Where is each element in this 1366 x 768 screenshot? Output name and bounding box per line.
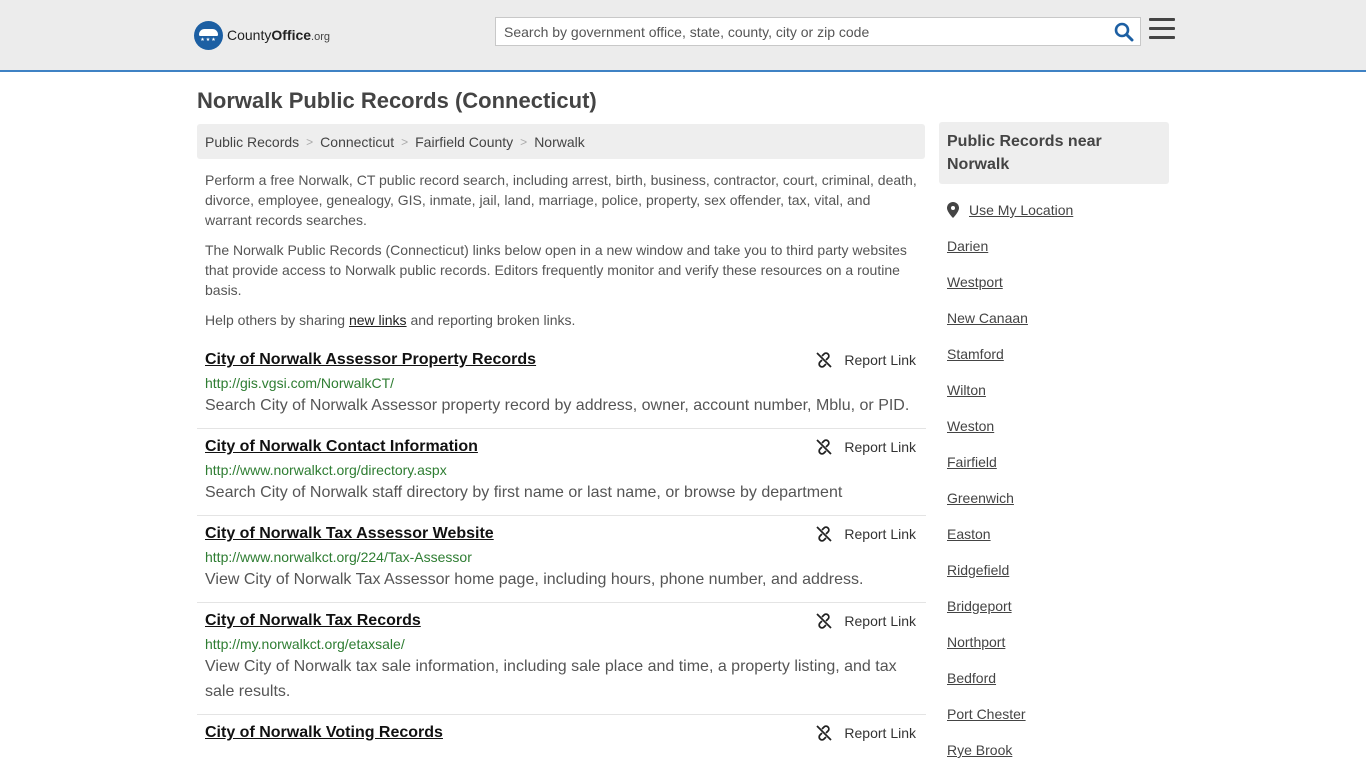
nearby-link-rye-brook[interactable]: Rye Brook — [947, 742, 1012, 758]
logo-text: CountyOffice.org — [227, 27, 330, 43]
list-item: Westport — [947, 270, 1167, 306]
record-description: View City of Norwalk Tax Assessor home p… — [205, 571, 864, 588]
record-title-link[interactable]: City of Norwalk Voting Records — [205, 723, 443, 743]
nearby-link-westport[interactable]: Westport — [947, 274, 1003, 290]
list-item: Greenwich — [947, 486, 1167, 522]
nearby-sidebar: Use My Location Darien Westport New Cana… — [947, 198, 1167, 768]
nearby-link-darien[interactable]: Darien — [947, 238, 988, 254]
new-links-link[interactable]: new links — [349, 312, 407, 328]
record-item: City of Norwalk Contact Information Repo… — [197, 429, 926, 516]
nearby-list: Darien Westport New Canaan Stamford Wilt… — [947, 234, 1167, 768]
list-item: Weston — [947, 414, 1167, 450]
sidebar-heading: Public Records near Norwalk — [939, 122, 1169, 184]
site-header: ★★★ CountyOffice.org — [0, 0, 1366, 72]
record-item: City of Norwalk Voting Records Report Li… — [197, 715, 926, 753]
nearby-link-fairfield[interactable]: Fairfield — [947, 454, 997, 470]
record-url: http://gis.vgsi.com/NorwalkCT/ — [205, 375, 395, 391]
search-icon[interactable] — [1114, 22, 1134, 42]
use-location-row: Use My Location — [947, 198, 1167, 222]
list-item: Bridgeport — [947, 594, 1167, 630]
report-link-label: Report Link — [844, 613, 916, 629]
logo-tld: .org — [311, 31, 331, 43]
nearby-link-port-chester[interactable]: Port Chester — [947, 706, 1026, 722]
list-item: Rye Brook — [947, 738, 1167, 768]
breadcrumb-separator: > — [520, 134, 528, 149]
list-item: Wilton — [947, 378, 1167, 414]
page-title: Norwalk Public Records (Connecticut) — [197, 88, 597, 113]
record-title-link[interactable]: City of Norwalk Contact Information — [205, 437, 478, 457]
logo-brand-a: County — [227, 27, 272, 43]
record-description: View City of Norwalk tax sale informatio… — [205, 658, 897, 700]
broken-link-icon — [816, 725, 833, 741]
record-description: Search City of Norwalk staff directory b… — [205, 484, 843, 501]
hamburger-menu-icon[interactable] — [1149, 18, 1175, 42]
list-item: Bedford — [947, 666, 1167, 702]
report-link-button[interactable]: Report Link — [816, 526, 916, 542]
report-link-label: Report Link — [844, 352, 916, 368]
list-item: Fairfield — [947, 450, 1167, 486]
nearby-link-northport[interactable]: Northport — [947, 634, 1005, 650]
report-link-button[interactable]: Report Link — [816, 725, 916, 741]
record-item: City of Norwalk Tax Records Report Link … — [197, 603, 926, 715]
record-description: Search City of Norwalk Assessor property… — [205, 397, 910, 414]
broken-link-icon — [816, 352, 833, 368]
list-item: Ridgefield — [947, 558, 1167, 594]
map-pin-icon — [947, 202, 959, 218]
breadcrumb-norwalk[interactable]: Norwalk — [534, 134, 585, 150]
broken-link-icon — [816, 439, 833, 455]
list-item: New Canaan — [947, 306, 1167, 342]
disclaimer-paragraph: The Norwalk Public Records (Connecticut)… — [205, 242, 907, 298]
share-text: Help others by sharing — [205, 312, 349, 328]
report-link-label: Report Link — [844, 439, 916, 455]
search-box — [495, 17, 1141, 46]
report-link-button[interactable]: Report Link — [816, 439, 916, 455]
share-links-paragraph: Help others by sharing new links and rep… — [205, 310, 920, 330]
list-item: Port Chester — [947, 702, 1167, 738]
report-link-label: Report Link — [844, 725, 916, 741]
breadcrumb-public-records[interactable]: Public Records — [205, 134, 299, 150]
broken-link-icon — [816, 526, 833, 542]
nearby-link-stamford[interactable]: Stamford — [947, 346, 1004, 362]
nearby-link-easton[interactable]: Easton — [947, 526, 991, 542]
logo-brand-b: Office — [271, 27, 312, 43]
record-title-link[interactable]: City of Norwalk Assessor Property Record… — [205, 350, 536, 370]
eagle-seal-icon: ★★★ — [194, 20, 223, 50]
record-item: City of Norwalk Tax Assessor Website Rep… — [197, 516, 926, 603]
list-item: Stamford — [947, 342, 1167, 378]
report-link-button[interactable]: Report Link — [816, 352, 916, 368]
nearby-link-ridgefield[interactable]: Ridgefield — [947, 562, 1009, 578]
record-url: http://www.norwalkct.org/directory.aspx — [205, 462, 447, 478]
report-link-label: Report Link — [844, 526, 916, 542]
record-url: http://my.norwalkct.org/etaxsale/ — [205, 636, 405, 652]
search-input[interactable] — [496, 18, 1096, 45]
report-link-button[interactable]: Report Link — [816, 613, 916, 629]
record-title-link[interactable]: City of Norwalk Tax Assessor Website — [205, 524, 494, 544]
record-title-link[interactable]: City of Norwalk Tax Records — [205, 611, 421, 631]
broken-link-icon — [816, 613, 833, 629]
breadcrumb-connecticut[interactable]: Connecticut — [320, 134, 394, 150]
list-item: Northport — [947, 630, 1167, 666]
nearby-link-wilton[interactable]: Wilton — [947, 382, 986, 398]
list-item: Easton — [947, 522, 1167, 558]
intro-paragraph: Perform a free Norwalk, CT public record… — [205, 172, 917, 228]
nearby-link-weston[interactable]: Weston — [947, 418, 994, 434]
list-item: Darien — [947, 234, 1167, 270]
nearby-link-bedford[interactable]: Bedford — [947, 670, 996, 686]
use-my-location-link[interactable]: Use My Location — [969, 202, 1073, 218]
nearby-link-new-canaan[interactable]: New Canaan — [947, 310, 1028, 326]
share-text-end: and reporting broken links. — [406, 312, 576, 328]
breadcrumb: Public Records > Connecticut > Fairfield… — [197, 124, 925, 159]
breadcrumb-fairfield-county[interactable]: Fairfield County — [415, 134, 513, 150]
breadcrumb-separator: > — [306, 134, 314, 149]
nearby-link-bridgeport[interactable]: Bridgeport — [947, 598, 1012, 614]
nearby-link-greenwich[interactable]: Greenwich — [947, 490, 1014, 506]
site-logo[interactable]: ★★★ CountyOffice.org — [194, 20, 330, 50]
breadcrumb-separator: > — [401, 134, 409, 149]
record-url: http://www.norwalkct.org/224/Tax-Assesso… — [205, 549, 472, 565]
record-item: City of Norwalk Assessor Property Record… — [197, 342, 926, 429]
records-list: City of Norwalk Assessor Property Record… — [197, 342, 926, 753]
